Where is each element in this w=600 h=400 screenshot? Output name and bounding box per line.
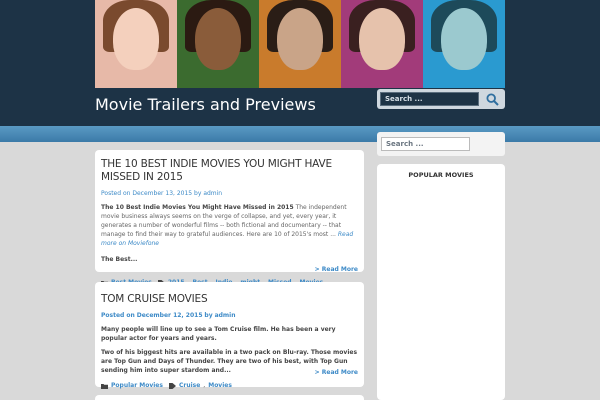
post-date[interactable]: December 12, 2015: [137, 312, 203, 319]
folder-icon: [101, 383, 108, 389]
post-author[interactable]: admin: [203, 190, 222, 197]
excerpt-heading: The 10 Best Indie Movies You Might Have …: [101, 204, 294, 211]
panel-masked-woman: [423, 0, 505, 88]
tag-link[interactable]: Cruise: [179, 382, 200, 389]
panel-green-woman: [177, 0, 259, 88]
tag-icon: [168, 382, 176, 389]
post-footer: Popular Movies Cruise, Movies: [101, 382, 358, 389]
post-card: TOM CRUISE MOVIES Posted on December 12,…: [95, 282, 364, 389]
post-category-link[interactable]: Popular Movies: [111, 382, 163, 389]
post-meta: Posted on December 13, 2015 by admin: [101, 190, 358, 197]
header-banner: [95, 0, 505, 88]
post-card: [95, 395, 364, 400]
post-meta: Posted on December 12, 2015 by admin: [101, 312, 358, 319]
excerpt-text: Many people will line up to see a Tom Cr…: [101, 326, 336, 342]
banner-face-shape: [113, 8, 159, 70]
popular-movies-widget: POPULAR MOVIES: [377, 164, 505, 400]
post-card: THE 10 BEST INDIE MOVIES YOU MIGHT HAVE …: [95, 150, 364, 286]
banner-face-shape: [195, 8, 241, 70]
post-meta-prefix: Posted on: [101, 312, 135, 319]
read-more-link[interactable]: > Read More: [101, 266, 358, 273]
site-title[interactable]: Movie Trailers and Previews: [95, 95, 316, 114]
sidebar-search-form: [377, 132, 505, 156]
panel-curly-woman: [341, 0, 423, 88]
post-excerpt: The 10 Best Indie Movies You Might Have …: [101, 203, 358, 248]
header-search-form: [377, 89, 505, 109]
panel-deer-girl: [95, 0, 177, 88]
post-meta-prefix: Posted on: [101, 190, 131, 197]
tag-separator: ,: [203, 382, 206, 389]
banner-face-shape: [359, 8, 405, 70]
post-date[interactable]: December 13, 2015: [132, 190, 192, 197]
post-meta-by: by: [204, 312, 213, 319]
sidebar-search-input[interactable]: [381, 137, 470, 151]
tag-link[interactable]: Movies: [208, 382, 232, 389]
widget-title: POPULAR MOVIES: [408, 171, 474, 179]
banner-face-shape: [277, 8, 323, 70]
post-title[interactable]: TOM CRUISE MOVIES: [101, 293, 358, 306]
post-author[interactable]: admin: [215, 312, 236, 319]
post-excerpt-continued: The Best...: [101, 255, 358, 264]
header-stripe: [0, 126, 600, 142]
excerpt-text-2: The Best...: [101, 256, 138, 263]
header-search-input[interactable]: [380, 92, 479, 106]
search-icon[interactable]: [483, 91, 501, 107]
post-excerpt: Many people will line up to see a Tom Cr…: [101, 325, 358, 343]
post-meta-by: by: [194, 190, 202, 197]
sidebar: POPULAR MOVIES: [377, 132, 505, 400]
banner-face-shape: [441, 8, 487, 70]
panel-dark-man: [259, 0, 341, 88]
post-title[interactable]: THE 10 BEST INDIE MOVIES YOU MIGHT HAVE …: [101, 158, 358, 184]
